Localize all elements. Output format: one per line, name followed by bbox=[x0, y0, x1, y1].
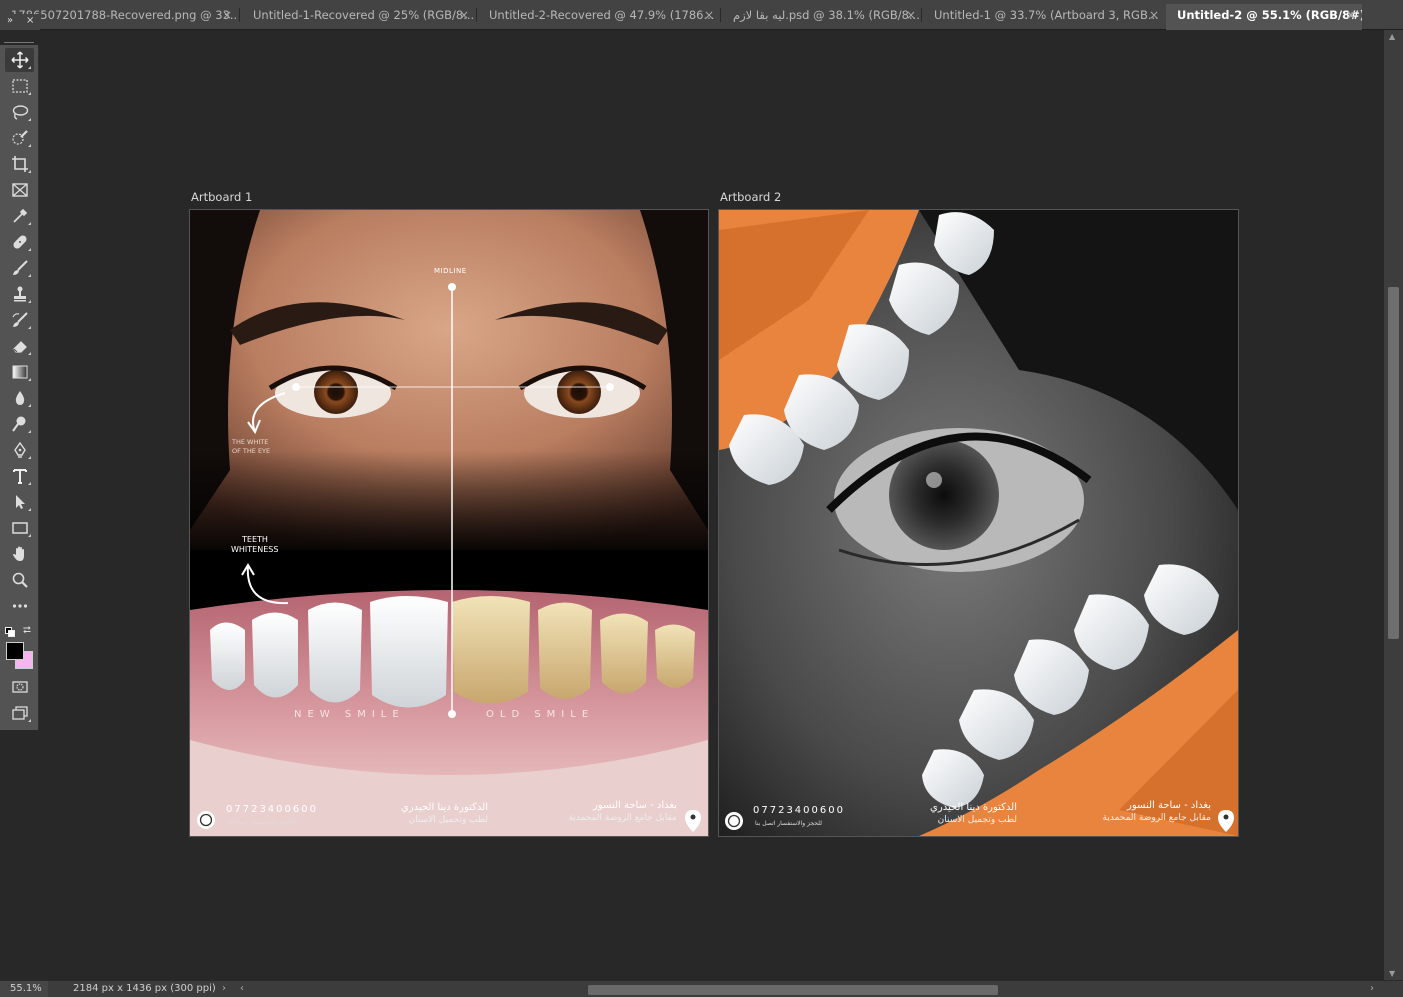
quick-selection-icon[interactable] bbox=[5, 126, 34, 150]
path-selection-icon[interactable] bbox=[5, 490, 34, 514]
horizontal-scrollbar[interactable] bbox=[248, 983, 1368, 995]
artboard-1-artwork bbox=[190, 210, 708, 836]
teeth-whiteness-line2: WHITENESS bbox=[231, 545, 279, 554]
tab-doc-6-active[interactable]: Untitled-2 @ 55.1% (RGB/8#) * × bbox=[1166, 4, 1362, 30]
swap-colors-icon[interactable]: ⮂ bbox=[23, 625, 31, 636]
eraser-icon[interactable] bbox=[5, 334, 34, 358]
zoom-icon[interactable] bbox=[5, 568, 34, 592]
address-line2: مقابل جامع الروضة المحمدية bbox=[568, 813, 677, 823]
close-icon[interactable]: × bbox=[906, 4, 916, 26]
clone-stamp-icon[interactable] bbox=[5, 282, 34, 306]
teeth-whiteness-line1: TEETH bbox=[242, 535, 268, 544]
move-tool-icon[interactable] bbox=[5, 48, 34, 72]
close-panel-icon[interactable]: × bbox=[26, 15, 34, 26]
eyedropper-icon[interactable] bbox=[5, 204, 34, 228]
artboard-1[interactable]: MIDLINE THE WHITE OF THE EYE TEETH WHITE… bbox=[189, 209, 709, 837]
close-icon[interactable]: × bbox=[222, 4, 232, 26]
horizontal-scroll-thumb[interactable] bbox=[588, 985, 998, 995]
close-icon[interactable]: × bbox=[704, 4, 714, 26]
doctor-name: الدكتورة دينا الحيدري bbox=[930, 802, 1017, 813]
zoom-level[interactable]: 55.1% bbox=[0, 981, 48, 997]
tools-panel: ⮂ bbox=[0, 42, 39, 730]
doctor-specialty: لطب وتجميل الاسنان bbox=[937, 815, 1017, 825]
gradient-icon[interactable] bbox=[5, 360, 34, 384]
tab-doc-4[interactable]: ليه بقا لازم.psd @ 38.1% (RGB/8... × bbox=[722, 4, 922, 26]
quick-mask-icon[interactable] bbox=[5, 675, 34, 699]
phone-number: 07723400600 bbox=[753, 805, 845, 816]
white-of-eye-line2: OF THE EYE bbox=[232, 447, 271, 455]
scroll-left-icon[interactable]: ‹ bbox=[240, 981, 244, 997]
artboard-2[interactable]: 07723400600 للحجز والاستفسار اتصل بنا ال… bbox=[718, 209, 1239, 837]
artboard-1-footer: 07723400600 للحجز والاستفسار اتصل بنا ال… bbox=[190, 800, 708, 836]
vertical-scrollbar[interactable]: ▲ ▼ bbox=[1384, 30, 1403, 980]
phone-caption: للحجز والاستفسار اتصل بنا bbox=[755, 820, 822, 827]
dodge-icon[interactable] bbox=[5, 412, 34, 436]
midline-label: MIDLINE bbox=[434, 267, 467, 275]
brush-icon[interactable] bbox=[5, 256, 34, 280]
close-icon[interactable]: × bbox=[1346, 4, 1356, 26]
blur-icon[interactable] bbox=[5, 386, 34, 410]
status-expand-icon[interactable]: › bbox=[222, 981, 226, 997]
scroll-up-icon[interactable]: ▲ bbox=[1389, 32, 1395, 41]
rectangular-marquee-icon[interactable] bbox=[5, 74, 34, 98]
artboard-2-artwork bbox=[719, 210, 1238, 836]
foreground-color[interactable] bbox=[6, 642, 24, 660]
tab-doc-3[interactable]: Untitled-2-Recovered @ 47.9% (1786... × bbox=[478, 4, 720, 26]
scroll-right-icon[interactable]: › bbox=[1370, 981, 1374, 997]
toolbar-collapse-bar: » × bbox=[0, 14, 40, 30]
address-line2: مقابل جامع الروضة المحمدية bbox=[1102, 813, 1211, 823]
tab-label: Untitled-2-Recovered @ 47.9% (1786... bbox=[489, 8, 715, 22]
tab-label: Untitled-2 @ 55.1% (RGB/8#) * bbox=[1177, 8, 1362, 22]
vertical-scroll-thumb[interactable] bbox=[1388, 287, 1399, 639]
tab-label: 1786507201788-Recovered.png @ 33.... bbox=[11, 8, 238, 22]
healing-brush-icon[interactable] bbox=[5, 230, 34, 254]
address-line1: بغداد - ساحة النسور bbox=[593, 800, 677, 811]
artboard-2-label[interactable]: Artboard 2 bbox=[720, 190, 781, 204]
artboard-2-footer: 07723400600 للحجز والاستفسار اتصل بنا ال… bbox=[719, 800, 1238, 836]
address-line1: بغداد - ساحة النسور bbox=[1127, 800, 1211, 811]
crop-icon[interactable] bbox=[5, 152, 34, 176]
status-bar: 55.1% 2184 px x 1436 px (300 ppi) › ‹ › bbox=[0, 980, 1403, 997]
close-icon[interactable]: × bbox=[459, 4, 469, 26]
screen-mode-icon[interactable] bbox=[5, 701, 34, 725]
photoshop-window: 1786507201788-Recovered.png @ 33.... × U… bbox=[0, 0, 1403, 997]
document-tab-bar: 1786507201788-Recovered.png @ 33.... × U… bbox=[0, 0, 1403, 30]
history-brush-icon[interactable] bbox=[5, 308, 34, 332]
more-tools-icon[interactable] bbox=[5, 594, 34, 618]
white-of-eye-line1: THE WHITE bbox=[232, 438, 269, 446]
tab-label: ليه بقا لازم.psd @ 38.1% (RGB/8... bbox=[733, 8, 920, 22]
document-info[interactable]: 2184 px x 1436 px (300 ppi) bbox=[73, 981, 216, 997]
tab-label: Untitled-1-Recovered @ 25% (RGB/8... bbox=[253, 8, 475, 22]
tab-label: Untitled-1 @ 33.7% (Artboard 3, RGB... bbox=[934, 8, 1159, 22]
frame-icon[interactable] bbox=[5, 178, 34, 202]
new-smile-label: NEW SMILE bbox=[294, 709, 405, 720]
color-swatches: ⮂ bbox=[4, 625, 36, 671]
doctor-name: الدكتورة دينا الحيدري bbox=[401, 802, 488, 813]
old-smile-label: OLD SMILE bbox=[486, 709, 595, 720]
hand-icon[interactable] bbox=[5, 542, 34, 566]
doctor-specialty: لطب وتجميل الاسنان bbox=[408, 815, 488, 825]
artboard-1-label[interactable]: Artboard 1 bbox=[191, 190, 252, 204]
expand-panel-icon[interactable]: » bbox=[7, 15, 13, 26]
panel-grip[interactable] bbox=[4, 42, 34, 45]
type-icon[interactable] bbox=[5, 464, 34, 488]
tab-doc-5[interactable]: Untitled-1 @ 33.7% (Artboard 3, RGB... × bbox=[923, 4, 1165, 26]
lasso-icon[interactable] bbox=[5, 100, 34, 124]
rectangle-icon[interactable] bbox=[5, 516, 34, 540]
pen-icon[interactable] bbox=[5, 438, 34, 462]
close-icon[interactable]: × bbox=[1149, 4, 1159, 26]
phone-caption: للحجز والاستفسار اتصل بنا bbox=[228, 819, 295, 826]
tab-doc-2[interactable]: Untitled-1-Recovered @ 25% (RGB/8... × bbox=[242, 4, 475, 26]
phone-number: 07723400600 bbox=[226, 804, 318, 815]
scroll-down-icon[interactable]: ▼ bbox=[1389, 969, 1395, 978]
